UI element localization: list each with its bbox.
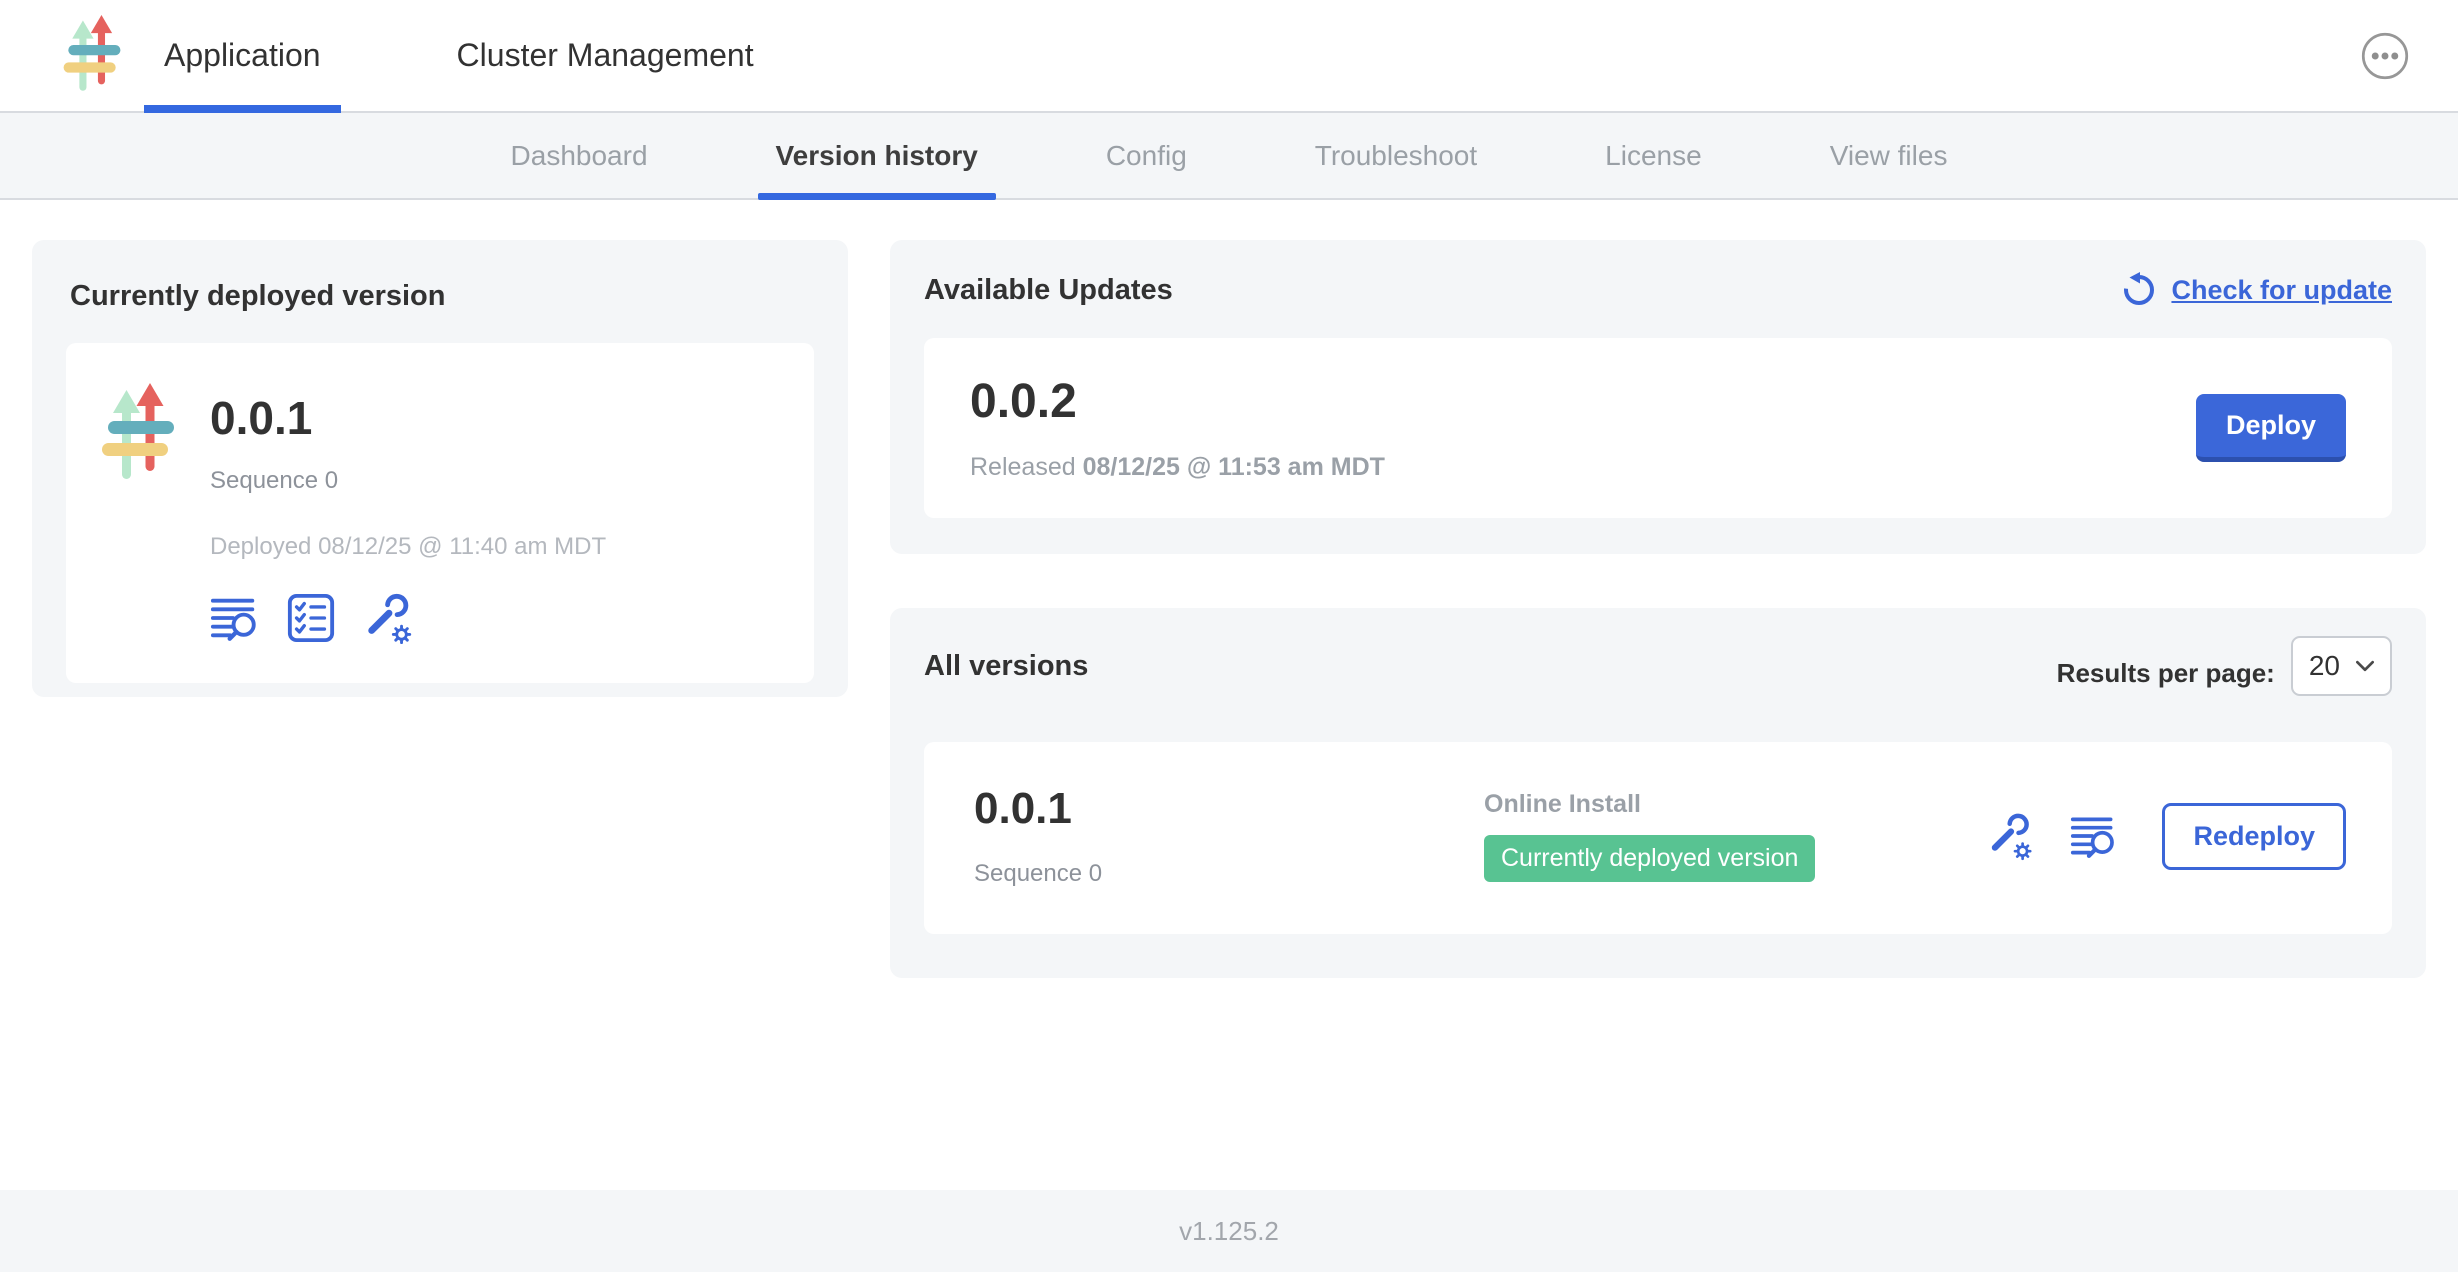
check-for-update-link[interactable]: Check for update	[2119, 270, 2392, 310]
tab-cluster-management[interactable]: Cluster Management	[437, 0, 774, 111]
currently-deployed-badge: Currently deployed version	[1484, 835, 1815, 882]
console-footer: v1.125.2	[0, 1190, 2458, 1272]
top-navbar: Application Cluster Management	[0, 0, 2458, 113]
deploy-button[interactable]: Deploy	[2196, 394, 2346, 462]
results-per-page-value: 20	[2309, 650, 2340, 682]
results-per-page-select[interactable]: 20	[2291, 636, 2392, 696]
tab-license[interactable]: License	[1587, 113, 1720, 198]
redeploy-button[interactable]: Redeploy	[2162, 803, 2346, 870]
currently-deployed-card: Currently deployed version 0.0.1 Sequenc…	[32, 240, 848, 697]
row-sequence-label: Sequence 0	[974, 860, 1484, 888]
tab-dashboard[interactable]: Dashboard	[493, 113, 666, 198]
app-logo-icon	[62, 14, 122, 98]
available-updates-card: Available Updates Check for update 0.0.2…	[890, 240, 2426, 554]
config-icon[interactable]	[362, 591, 416, 645]
update-row: 0.0.2 Released 08/12/25 @ 11:53 am MDT D…	[924, 338, 2392, 518]
all-versions-card: All versions Results per page: 20 0.0.1 …	[890, 608, 2426, 978]
deployed-timestamp: Deployed 08/12/25 @ 11:40 am MDT	[210, 533, 606, 561]
tab-application[interactable]: Application	[144, 0, 341, 111]
chevron-down-icon	[2356, 660, 2374, 672]
deployed-version-tile: 0.0.1 Sequence 0 Deployed 08/12/25 @ 11:…	[66, 343, 814, 683]
tab-view-files[interactable]: View files	[1812, 113, 1966, 198]
version-row: 0.0.1 Sequence 0 Online Install Currentl…	[924, 742, 2392, 934]
topnav-spacer	[774, 0, 2360, 111]
preflight-checks-icon[interactable]	[286, 592, 336, 644]
version-row-actions: Redeploy	[1986, 803, 2346, 870]
view-logs-icon[interactable]	[210, 592, 260, 644]
app-subnav: Dashboard Version history Config Trouble…	[0, 113, 2458, 200]
deployed-sequence-label: Sequence 0	[210, 467, 606, 495]
topnav-tabs: Application Cluster Management	[144, 0, 774, 111]
update-released-line: Released 08/12/25 @ 11:53 am MDT	[970, 453, 1385, 482]
row-version-number: 0.0.1	[974, 784, 1484, 834]
updates-column: Available Updates Check for update 0.0.2…	[890, 240, 2426, 1190]
refresh-icon	[2119, 270, 2159, 310]
results-per-page-label: Results per page:	[2057, 658, 2275, 689]
version-history-page: Currently deployed version 0.0.1 Sequenc…	[0, 200, 2458, 1190]
tab-config[interactable]: Config	[1088, 113, 1205, 198]
update-version-number: 0.0.2	[970, 374, 1385, 429]
version-row-info: 0.0.1 Sequence 0	[974, 784, 1484, 888]
deployed-version-column: Currently deployed version 0.0.1 Sequenc…	[32, 240, 848, 1190]
update-info: 0.0.2 Released 08/12/25 @ 11:53 am MDT	[970, 374, 1385, 482]
config-icon[interactable]	[1986, 811, 2036, 861]
tab-troubleshoot[interactable]: Troubleshoot	[1297, 113, 1495, 198]
version-row-status: Online Install Currently deployed versio…	[1484, 790, 1986, 882]
install-type-label: Online Install	[1484, 790, 1986, 819]
deployed-action-icons	[210, 591, 606, 645]
available-updates-title: Available Updates	[924, 274, 1173, 307]
all-versions-title: All versions	[924, 650, 1088, 683]
console-version-label: v1.125.2	[1179, 1216, 1279, 1247]
tab-version-history[interactable]: Version history	[758, 113, 996, 198]
deployed-version-info: 0.0.1 Sequence 0 Deployed 08/12/25 @ 11:…	[210, 377, 606, 645]
app-logo-icon	[100, 383, 176, 487]
deployed-card-title: Currently deployed version	[70, 280, 814, 313]
ellipsis-menu-icon[interactable]	[2360, 31, 2410, 81]
deployed-version-number: 0.0.1	[210, 391, 606, 445]
results-per-page: Results per page: 20	[2057, 636, 2392, 696]
view-logs-icon[interactable]	[2070, 811, 2118, 861]
check-for-update-label: Check for update	[2171, 275, 2392, 306]
